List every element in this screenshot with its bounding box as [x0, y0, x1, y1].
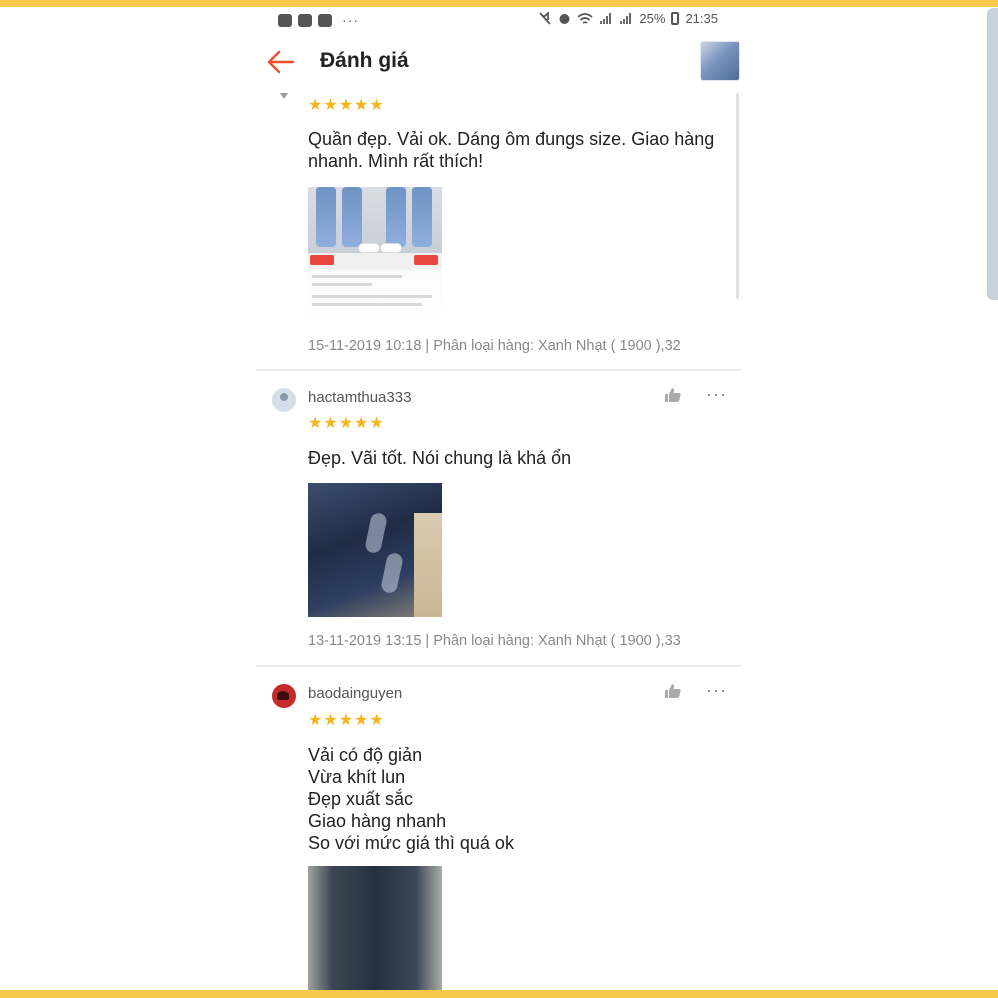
photo-detail [414, 255, 438, 265]
signal-2-icon [620, 13, 632, 24]
divider [256, 369, 742, 371]
photo-detail [312, 283, 372, 286]
thumbs-up-icon[interactable] [664, 387, 682, 403]
notification-icon [278, 13, 292, 27]
thumbs-up-icon[interactable] [664, 683, 682, 699]
product-thumbnail[interactable] [700, 41, 740, 81]
back-button[interactable] [266, 48, 296, 76]
chat-notification-icon [318, 13, 332, 27]
review-text: Đẹp. Vãi tốt. Nói chung là khá ổn [308, 448, 572, 468]
divider [256, 665, 742, 667]
frame-bottom [0, 990, 998, 998]
rating-stars: ★★★★★ [308, 415, 385, 432]
photo-detail [342, 187, 362, 247]
alarm-icon [559, 14, 570, 24]
image-notification-icon [298, 13, 312, 27]
photo-detail [412, 187, 432, 247]
photo-detail [386, 187, 406, 247]
page-title: Đánh giá [320, 49, 409, 72]
status-right: 25% 21:35 [538, 11, 718, 26]
photo-detail [414, 513, 442, 617]
photo-detail [316, 187, 336, 247]
right-scroll-bar[interactable] [987, 8, 998, 300]
status-left: ··· [278, 12, 359, 28]
clock: 21:35 [685, 11, 718, 26]
review-text: Quần đẹp. Vải ok. Dáng ôm đungs size. Gi… [308, 129, 715, 171]
username[interactable]: baodainguyen [308, 685, 402, 702]
mute-icon [539, 12, 552, 25]
photo-detail [380, 551, 404, 595]
review-meta: 13-11-2019 13:15 | Phân loại hàng: Xanh … [308, 633, 681, 649]
review-photo[interactable] [308, 866, 442, 990]
collapse-indicator-icon [280, 93, 288, 99]
battery-icon [671, 12, 680, 25]
photo-detail [380, 243, 402, 253]
rating-stars: ★★★★★ [308, 97, 385, 114]
app-header: Đánh giá [256, 34, 742, 90]
avatar-icon[interactable] [272, 684, 296, 708]
wifi-icon [577, 13, 593, 24]
photo-detail [310, 255, 334, 265]
photo-detail [358, 243, 380, 253]
frame-top [0, 0, 998, 7]
more-notifications-icon: ··· [342, 12, 359, 28]
avatar-icon[interactable] [272, 388, 296, 412]
username[interactable]: hactamthua333 [308, 389, 411, 406]
photo-detail [312, 303, 422, 306]
review-text: Vải có độ giản Vừa khít lun Đẹp xuất sắc… [308, 745, 514, 853]
review-photo[interactable] [308, 187, 442, 321]
rating-stars: ★★★★★ [308, 712, 385, 729]
photo-detail [312, 295, 432, 298]
battery-percent: 25% [639, 11, 666, 26]
status-bar: ··· 25% 21:35 [256, 7, 742, 34]
back-arrow-icon [267, 50, 295, 74]
review-photo[interactable] [308, 483, 442, 617]
review-meta: 15-11-2019 10:18 | Phân loại hàng: Xanh … [308, 338, 681, 354]
signal-icon [600, 13, 612, 24]
scroll-indicator [736, 93, 739, 299]
more-dots-icon[interactable]: ··· [706, 680, 727, 701]
photo-detail [364, 511, 388, 555]
more-dots-icon[interactable]: ··· [706, 384, 727, 405]
photo-detail [312, 275, 402, 278]
phone-screen: ··· 25% 21:35 Đánh giá ★★★★★ Quần đẹp. V… [256, 7, 742, 990]
